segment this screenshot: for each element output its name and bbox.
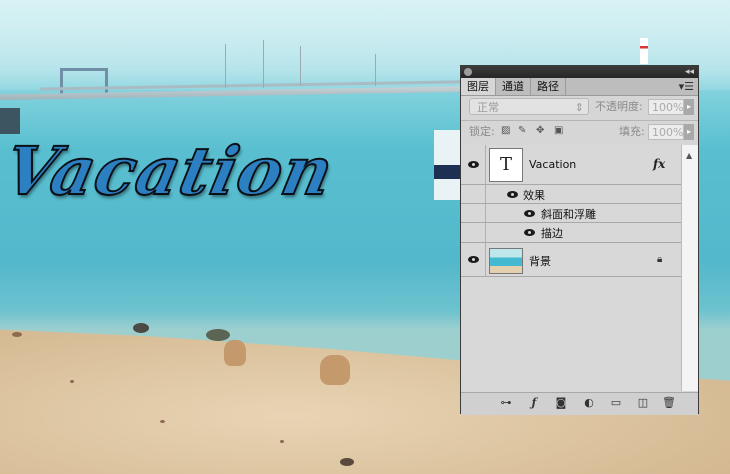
effects-row[interactable]: 效果 <box>461 185 682 204</box>
visibility-column <box>461 223 486 242</box>
new-group-folder-icon[interactable]: ▭ <box>609 396 623 410</box>
layer-name-background[interactable]: 背景 <box>529 253 551 269</box>
mast <box>375 54 376 86</box>
lock-row: 锁定: ▨ ✎ ✥ ▣ 填充: 100% ▸ <box>461 121 698 146</box>
collapse-icon[interactable]: ◂◂ <box>685 66 694 78</box>
layer-row-vacation[interactable]: T Vacation fx <box>461 145 682 185</box>
eye-icon[interactable] <box>523 228 537 237</box>
eye-icon[interactable] <box>523 209 537 218</box>
effect-row-stroke[interactable]: 描边 <box>461 223 682 243</box>
mast <box>300 46 301 86</box>
opacity-field[interactable]: 100% <box>648 99 684 115</box>
visibility-toggle[interactable] <box>461 145 486 184</box>
visibility-column <box>461 185 486 203</box>
lock-move-icon[interactable]: ✥ <box>536 126 546 136</box>
add-mask-icon[interactable]: ◙ <box>554 396 568 410</box>
lighthouse <box>640 38 648 64</box>
text-layer-thumbnail: T <box>489 148 523 182</box>
new-adjustment-icon[interactable]: ◐ <box>582 396 596 410</box>
eye-icon[interactable] <box>467 255 481 264</box>
layer-name-vacation[interactable]: Vacation <box>529 158 576 171</box>
close-icon[interactable] <box>464 68 472 76</box>
updown-arrow-icon: ⇕ <box>574 101 584 114</box>
lock-icon: 🔒︎ <box>657 254 663 265</box>
layers-list: T Vacation fx 效果 斜面和浮雕 描边 背景 🔒︎ <box>461 145 682 391</box>
blend-row: 正常 ⇕ 不透明度: 100% ▸ <box>461 96 698 121</box>
lock-transparent-icon[interactable]: ▨ <box>501 126 511 136</box>
pebble <box>280 440 284 443</box>
panel-tabs: 图层 通道 路径 ▾☰ <box>461 78 698 96</box>
vacation-text-layer[interactable]: Vacation <box>0 131 342 211</box>
rock <box>206 329 230 341</box>
pier-pile <box>0 108 20 134</box>
effect-bevel-emboss: 斜面和浮雕 <box>541 208 596 221</box>
opacity-label: 不透明度: <box>595 100 643 113</box>
mast <box>263 40 264 88</box>
panel-titlebar[interactable]: ◂◂ <box>461 66 698 78</box>
mast <box>225 44 226 88</box>
new-layer-icon[interactable]: ◫ <box>636 396 650 410</box>
fx-badge-icon[interactable]: fx <box>653 157 665 171</box>
lock-label: 锁定: <box>469 125 495 138</box>
layer-row-background[interactable]: 背景 🔒︎ <box>461 243 682 277</box>
lock-all-icon[interactable]: ▣ <box>554 126 564 136</box>
blend-mode-value: 正常 <box>477 101 499 114</box>
layers-panel: ◂◂ 图层 通道 路径 ▾☰ 正常 ⇕ 不透明度: 100% ▸ 锁定: ▨ ✎… <box>460 65 699 415</box>
dog <box>224 340 246 366</box>
effects-label: 效果 <box>523 189 545 202</box>
effect-stroke: 描边 <box>541 227 563 240</box>
fill-label: 填充: <box>619 125 645 138</box>
tab-channels[interactable]: 通道 <box>496 78 531 95</box>
layers-scrollbar[interactable]: ▲ <box>681 145 698 391</box>
pebble <box>160 420 165 423</box>
rock <box>133 323 149 333</box>
lock-brush-icon[interactable]: ✎ <box>518 126 528 136</box>
eye-icon[interactable] <box>506 190 520 199</box>
scroll-up-arrow-icon[interactable]: ▲ <box>686 151 692 160</box>
tab-layers[interactable]: 图层 <box>461 78 496 95</box>
panel-bottom-toolbar: ⊶ ƒ ◙ ◐ ▭ ◫ 🗑︎ <box>461 392 698 415</box>
blend-mode-select[interactable]: 正常 ⇕ <box>469 98 589 115</box>
link-layers-icon[interactable]: ⊶ <box>499 396 513 410</box>
harbor-gate <box>60 68 108 95</box>
dog <box>320 355 350 385</box>
tab-paths[interactable]: 路径 <box>531 78 566 95</box>
delete-layer-icon[interactable]: 🗑︎ <box>662 396 676 410</box>
visibility-toggle[interactable] <box>461 243 486 276</box>
visibility-column <box>461 204 486 222</box>
add-style-icon[interactable]: ƒ <box>527 396 541 410</box>
fill-arrow-icon[interactable]: ▸ <box>684 124 694 140</box>
eye-icon[interactable] <box>467 160 481 169</box>
pebble <box>70 380 74 383</box>
fill-field[interactable]: 100% <box>648 124 684 140</box>
opacity-arrow-icon[interactable]: ▸ <box>684 99 694 115</box>
background-thumbnail <box>489 248 523 274</box>
pebble <box>340 458 354 466</box>
effect-row-bevel[interactable]: 斜面和浮雕 <box>461 204 682 223</box>
panel-menu-icon[interactable]: ▾☰ <box>679 79 694 94</box>
pebble <box>12 332 22 337</box>
